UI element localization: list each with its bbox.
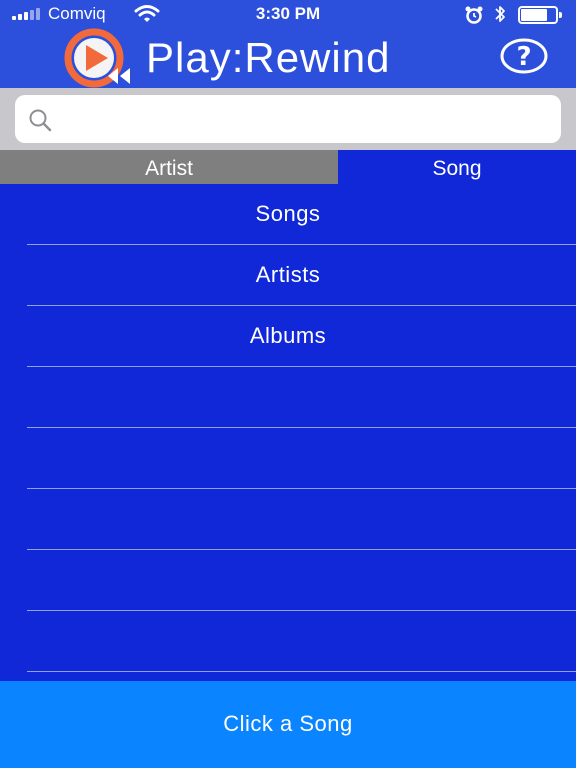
list-item (0, 550, 576, 611)
app-header: Play:Rewind ? (0, 28, 576, 88)
list-item (0, 428, 576, 489)
search-input[interactable] (61, 103, 551, 135)
list-item (0, 489, 576, 550)
bottom-button-label: Click a Song (223, 711, 353, 736)
list-item (0, 611, 576, 672)
list-item-label: Artists (255, 262, 321, 287)
tab-artist[interactable]: Artist (0, 150, 338, 184)
segmented-control: Artist Song (0, 150, 576, 184)
search-icon (29, 109, 52, 132)
app-screen: Comviq 3:30 PM Play:Rewind ? Artist Song… (0, 0, 576, 768)
list-item (0, 367, 576, 428)
top-bar: Comviq 3:30 PM Play:Rewind ? (0, 0, 576, 88)
row-divider (27, 671, 576, 672)
app-title: Play:Rewind (146, 34, 391, 81)
svg-text:?: ? (516, 42, 531, 72)
search-bar (0, 88, 576, 150)
category-list: Songs Artists Albums (0, 184, 576, 681)
list-item-artists[interactable]: Artists (0, 245, 576, 306)
status-time: 3:30 PM (255, 4, 321, 23)
list-item-label: Albums (249, 323, 327, 348)
help-button[interactable]: ? (500, 38, 548, 74)
tab-song[interactable]: Song (338, 150, 576, 184)
battery-icon (518, 6, 564, 24)
alarm-clock-icon (465, 6, 483, 24)
list-item-label: Songs (255, 201, 321, 226)
status-bar: Comviq 3:30 PM (0, 0, 576, 28)
click-a-song-button[interactable]: Click a Song (0, 681, 576, 768)
list-item-albums[interactable]: Albums (0, 306, 576, 367)
list-item-songs[interactable]: Songs (0, 184, 576, 245)
bluetooth-icon (495, 6, 505, 22)
play-rewind-logo-icon (64, 28, 130, 88)
search-field[interactable] (15, 95, 561, 143)
